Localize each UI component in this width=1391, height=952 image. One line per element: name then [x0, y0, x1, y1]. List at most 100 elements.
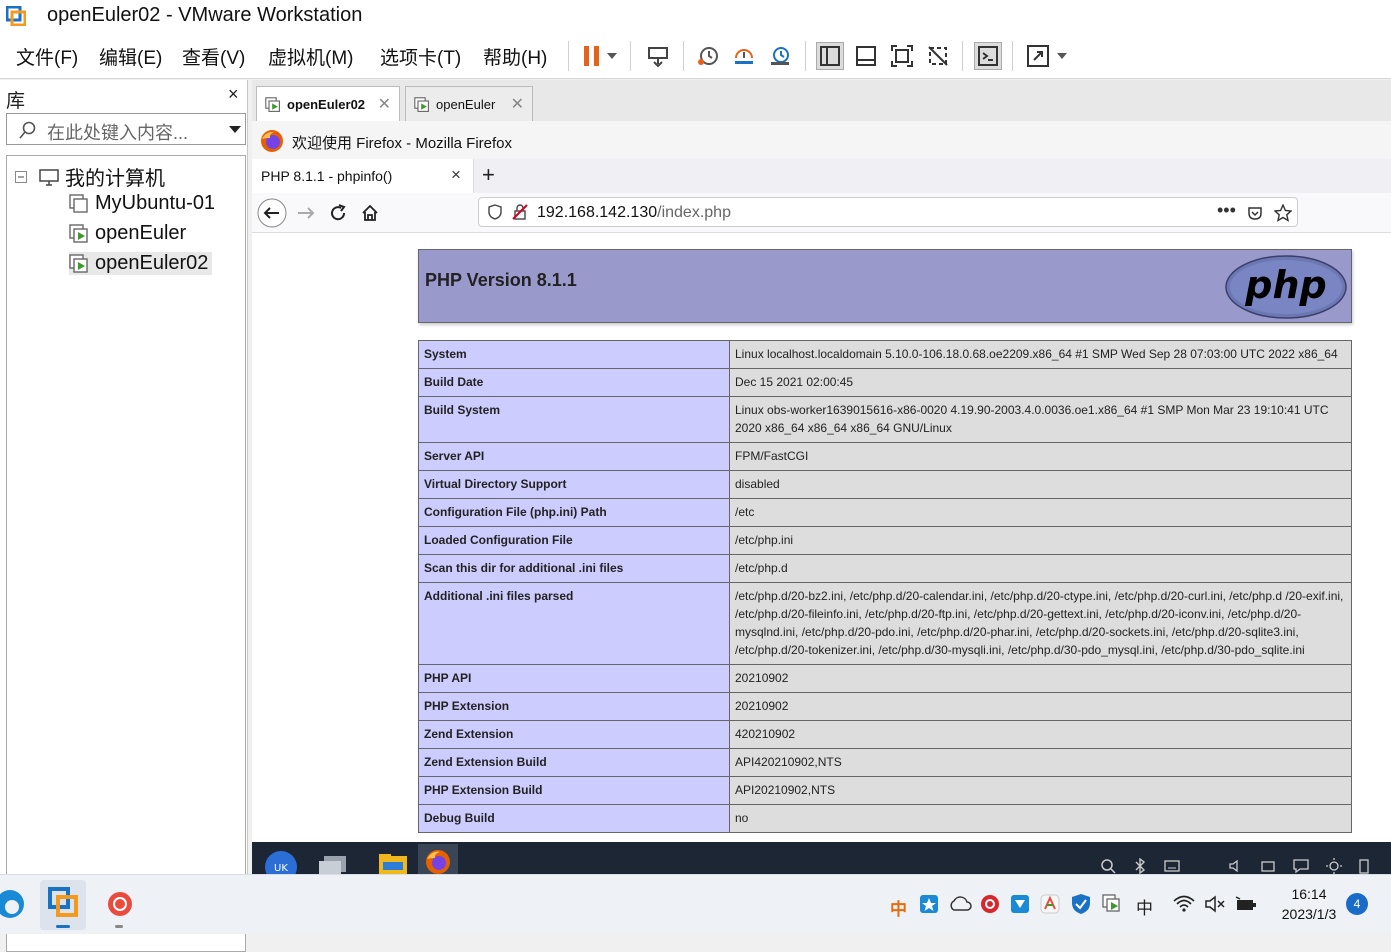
- ime-tray-icon[interactable]: 中: [890, 895, 907, 920]
- menu-file[interactable]: 文件(F): [16, 43, 78, 70]
- edge-browser-icon[interactable]: [0, 888, 26, 920]
- vm-tab-openeuler[interactable]: openEuler ✕: [405, 86, 533, 122]
- tray-star-icon[interactable]: [919, 894, 939, 914]
- chevron-down-icon[interactable]: [602, 42, 622, 70]
- guest-volume-icon[interactable]: [1228, 858, 1244, 874]
- tree-item-label: openEuler02: [95, 252, 209, 274]
- vmware-app-icon: [48, 887, 78, 917]
- input-method-indicator[interactable]: 中: [1136, 894, 1153, 919]
- phpinfo-key: Configuration File (php.ini) Path: [418, 498, 730, 527]
- system-clock[interactable]: 16:14 2023/1/3: [1270, 884, 1348, 924]
- phpinfo-key: PHP Extension Build: [418, 776, 730, 805]
- vm-running-tray-icon[interactable]: [1102, 894, 1122, 914]
- notification-badge[interactable]: 4: [1346, 893, 1368, 915]
- guest-bluetooth-icon[interactable]: [1133, 858, 1147, 874]
- reload-icon[interactable]: [328, 203, 348, 223]
- security-shield-icon[interactable]: [1070, 893, 1092, 915]
- volume-muted-icon[interactable]: [1204, 895, 1226, 913]
- phpinfo-value: /etc/php.d/20-bz2.ini, /etc/php.d/20-cal…: [729, 582, 1352, 665]
- vmware-app-icon[interactable]: [6, 6, 26, 26]
- console-view-icon[interactable]: [974, 42, 1002, 70]
- shield-icon[interactable]: [487, 204, 503, 220]
- guest-notification-icon[interactable]: [1292, 858, 1310, 874]
- forward-icon[interactable]: [296, 203, 316, 223]
- chevron-down-icon[interactable]: [1052, 42, 1072, 70]
- thumbnail-bar-icon[interactable]: [852, 42, 880, 70]
- phpinfo-value: Dec 15 2021 02:00:45: [729, 368, 1352, 397]
- home-icon[interactable]: [360, 203, 380, 223]
- netease-music-icon[interactable]: [980, 894, 1000, 914]
- firefox-title-bar: 欢迎使用 Firefox - Mozilla Firefox: [252, 121, 1391, 159]
- phpinfo-key: Scan this dir for additional .ini files: [418, 554, 730, 583]
- phpinfo-row: Configuration File (php.ini) Path/etc: [418, 498, 1352, 527]
- phpinfo-row: Build Date Dec 15 2021 02:00:45: [418, 368, 1352, 397]
- close-icon[interactable]: ✕: [511, 94, 524, 114]
- menu-view[interactable]: 查看(V): [182, 43, 245, 70]
- stretch-guest-icon[interactable]: [1024, 42, 1052, 70]
- full-screen-icon[interactable]: [888, 42, 916, 70]
- revert-snapshot-icon[interactable]: [730, 42, 758, 70]
- phpinfo-key: Loaded Configuration File: [418, 526, 730, 555]
- close-icon[interactable]: ×: [451, 165, 461, 185]
- phpinfo-key: Zend Extension: [418, 720, 730, 749]
- phpinfo-row: PHP Extension Build API20210902,NTS: [418, 776, 1352, 805]
- tree-root-label: 我的计算机: [65, 168, 165, 190]
- close-icon[interactable]: ×: [228, 84, 239, 105]
- window-title: openEuler02 - VMware Workstation: [47, 4, 363, 26]
- guest-start-icon[interactable]: UK: [264, 848, 298, 874]
- chevron-down-icon[interactable]: [229, 126, 241, 133]
- wifi-icon[interactable]: [1173, 895, 1195, 913]
- guest-keyboard-icon[interactable]: [1164, 860, 1180, 872]
- tree-item-myubuntu-01[interactable]: MyUbuntu-01: [69, 192, 215, 215]
- page-actions-icon[interactable]: •••: [1217, 200, 1236, 221]
- guest-multitask-icon[interactable]: [318, 852, 348, 874]
- vm-tab-openeuler02[interactable]: openEuler02 ✕: [256, 86, 400, 122]
- snapshot-icon[interactable]: [694, 42, 722, 70]
- phpinfo-key: Zend Extension Build: [418, 748, 730, 777]
- bookmark-star-icon[interactable]: [1274, 204, 1292, 222]
- close-icon[interactable]: ✕: [378, 94, 391, 114]
- php-logo-text: php: [1244, 263, 1326, 307]
- colorful-app-icon[interactable]: [1040, 894, 1060, 914]
- guest-brightness-icon[interactable]: [1325, 857, 1343, 875]
- phpinfo-table-body: System Linux localhost.localdomain 5.10.0…: [418, 340, 1352, 833]
- library-search-input[interactable]: 在此处键入内容...: [6, 113, 246, 145]
- guest-file-manager-icon[interactable]: [378, 852, 408, 874]
- menu-tabs[interactable]: 选项卡(T): [380, 43, 461, 70]
- search-placeholder: 在此处键入内容...: [47, 123, 189, 143]
- tree-root-my-computer[interactable]: 我的计算机: [15, 162, 165, 191]
- back-icon[interactable]: [257, 198, 287, 228]
- cloud-icon[interactable]: [948, 896, 972, 912]
- unity-mode-icon[interactable]: [924, 42, 952, 70]
- guest-search-icon[interactable]: [1100, 858, 1116, 874]
- insecure-lock-icon[interactable]: [512, 204, 528, 220]
- toolbar-separator: [683, 41, 684, 71]
- phpinfo-key: PHP Extension: [418, 692, 730, 721]
- show-library-icon[interactable]: [816, 42, 844, 70]
- firefox-tab-strip: PHP 8.1.1 - phpinfo() × +: [252, 159, 1391, 193]
- vm-running-icon: [265, 96, 280, 112]
- phpinfo-value: 20210902: [729, 692, 1352, 721]
- url-text[interactable]: 192.168.142.130/index.php: [537, 204, 731, 222]
- guest-network-icon[interactable]: [1260, 858, 1278, 874]
- new-tab-button[interactable]: +: [482, 162, 495, 188]
- guest-screen[interactable]: 欢迎使用 Firefox - Mozilla Firefox PHP 8.1.1…: [252, 121, 1391, 874]
- app-taskbar-button[interactable]: [98, 880, 144, 930]
- battery-charging-icon[interactable]: [1234, 895, 1258, 913]
- pocket-icon[interactable]: [1247, 205, 1263, 221]
- menu-vm[interactable]: 虚拟机(M): [268, 43, 353, 70]
- guest-power-icon[interactable]: [1358, 857, 1370, 875]
- feishu-icon[interactable]: [1010, 894, 1030, 914]
- url-bar[interactable]: 192.168.142.130/index.php •••: [478, 197, 1298, 227]
- collapse-icon[interactable]: [15, 170, 27, 183]
- phpinfo-value: 420210902: [729, 720, 1352, 749]
- guest-firefox-taskbar-button[interactable]: [418, 844, 458, 874]
- snapshot-manager-icon[interactable]: [766, 42, 794, 70]
- menu-help[interactable]: 帮助(H): [483, 43, 547, 70]
- tree-item-openeuler02[interactable]: openEuler02: [69, 252, 213, 275]
- send-ctrl-alt-del-icon[interactable]: [644, 42, 672, 70]
- vmware-taskbar-button[interactable]: [40, 880, 86, 930]
- tree-item-openeuler[interactable]: openEuler: [69, 222, 186, 245]
- menu-edit[interactable]: 编辑(E): [99, 43, 162, 70]
- firefox-tab[interactable]: PHP 8.1.1 - phpinfo() ×: [252, 159, 474, 193]
